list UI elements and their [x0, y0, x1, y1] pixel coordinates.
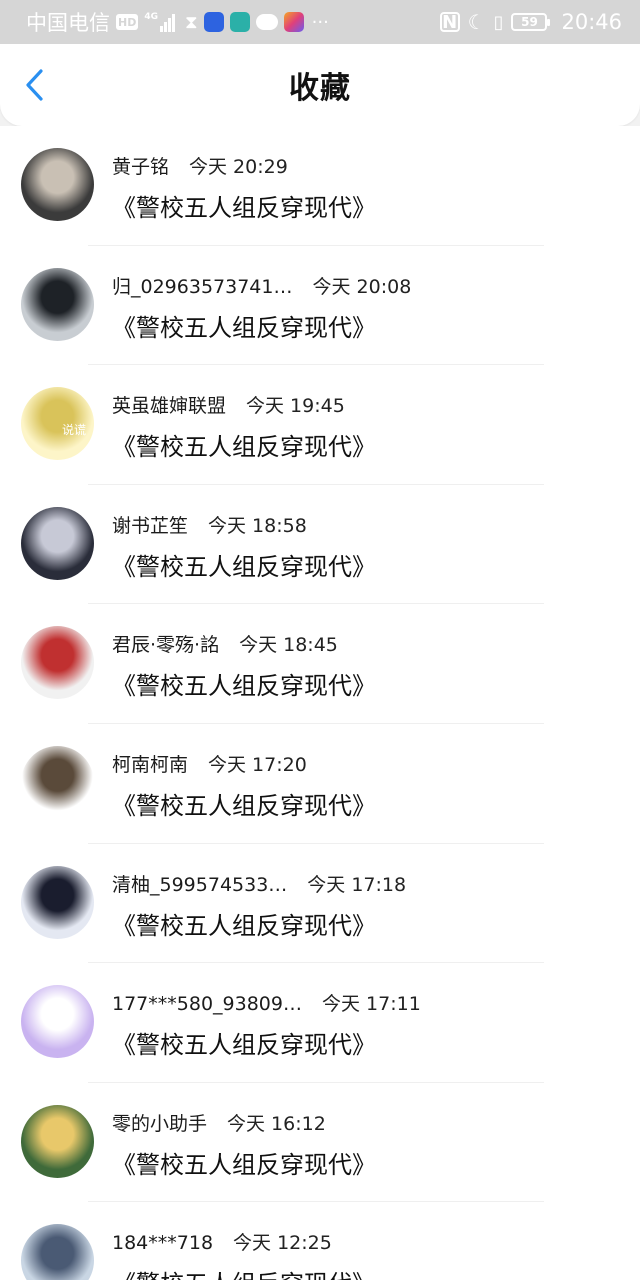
- avatar[interactable]: [21, 626, 94, 700]
- vibrate-icon: ▯: [493, 11, 504, 33]
- carrier-label: 中国电信: [26, 11, 110, 35]
- moon-icon: ☾: [467, 10, 486, 34]
- avatar[interactable]: [21, 1104, 94, 1178]
- timestamp: 今天 20:08: [312, 275, 412, 298]
- list-item[interactable]: 177***580_93809… 今天 17:11 《警校五人组反穿现代》: [0, 963, 640, 1083]
- timestamp: 今天 16:12: [227, 1112, 326, 1135]
- user-name[interactable]: 归_02963573741…: [112, 272, 292, 299]
- list-item[interactable]: 归_02963573741… 今天 20:08 《警校五人组反穿现代》: [0, 246, 640, 366]
- user-name[interactable]: 清柚_599574533…: [112, 870, 287, 897]
- list-item[interactable]: 黄子铭 今天 20:29 《警校五人组反穿现代》: [0, 126, 640, 246]
- back-button[interactable]: [18, 68, 52, 102]
- signal-icon: 4G: [144, 12, 175, 32]
- network-label: 4G: [144, 12, 158, 22]
- hourglass-icon: ⧗: [185, 11, 198, 33]
- nfc-icon: N: [439, 12, 460, 33]
- item-meta: 君辰·零殇·詺 今天 18:45: [112, 630, 338, 657]
- item-meta: 谢书芷笙 今天 18:58: [112, 511, 307, 538]
- list-item[interactable]: 说谎 英虽雄婶联盟 今天 19:45 《警校五人组反穿现代》: [0, 365, 640, 485]
- user-name[interactable]: 谢书芷笙: [112, 511, 188, 538]
- timestamp: 今天 18:58: [208, 514, 307, 537]
- user-name[interactable]: 184***718: [112, 1232, 213, 1254]
- book-title-link[interactable]: 《警校五人组反穿现代》: [112, 1025, 376, 1060]
- clock: 20:46: [561, 10, 622, 34]
- timestamp: 今天 17:20: [208, 753, 307, 776]
- avatar[interactable]: 说谎: [21, 387, 94, 461]
- favorites-list[interactable]: 黄子铭 今天 20:29 《警校五人组反穿现代》 归_02963573741… 今天 2…: [0, 126, 640, 1280]
- book-title-link[interactable]: 《警校五人组反穿现代》: [112, 906, 376, 941]
- timestamp: 今天 18:45: [239, 634, 338, 657]
- user-name[interactable]: 柯南柯南: [112, 750, 188, 777]
- chevron-left-icon: [26, 69, 43, 101]
- item-meta: 柯南柯南 今天 17:20: [112, 750, 307, 777]
- item-meta: 英虽雄婶联盟 今天 19:45: [112, 391, 345, 418]
- user-name[interactable]: 君辰·零殇·詺: [112, 630, 219, 657]
- timestamp: 今天 12:25: [233, 1232, 332, 1255]
- user-name[interactable]: 零的小助手: [112, 1109, 207, 1136]
- avatar[interactable]: [21, 506, 94, 580]
- item-meta: 归_02963573741… 今天 20:08: [112, 272, 411, 299]
- avatar[interactable]: [21, 148, 94, 221]
- user-name[interactable]: 黄子铭: [112, 152, 169, 179]
- item-meta: 清柚_599574533… 今天 17:18: [112, 870, 406, 897]
- timestamp: 今天 20:29: [189, 156, 288, 178]
- battery-icon: 59: [511, 13, 551, 31]
- avatar[interactable]: [21, 985, 94, 1059]
- book-title-link[interactable]: 《警校五人组反穿现代》: [112, 188, 376, 223]
- more-dots-icon: ···: [311, 11, 329, 33]
- timestamp: 今天 17:18: [307, 873, 407, 896]
- timestamp: 今天 19:45: [246, 395, 345, 418]
- avatar[interactable]: [21, 745, 94, 819]
- status-bar-right: N ☾ ▯ 59 20:46: [439, 10, 622, 34]
- list-item[interactable]: 零的小助手 今天 16:12 《警校五人组反穿现代》: [0, 1083, 640, 1203]
- book-title-link[interactable]: 《警校五人组反穿现代》: [112, 1264, 376, 1280]
- avatar[interactable]: [21, 267, 94, 341]
- status-bar-left: 中国电信 HD 4G ⧗ ···: [26, 7, 440, 37]
- book-title-link[interactable]: 《警校五人组反穿现代》: [112, 547, 376, 582]
- book-title-link[interactable]: 《警校五人组反穿现代》: [112, 427, 376, 462]
- list-item[interactable]: 清柚_599574533… 今天 17:18 《警校五人组反穿现代》: [0, 844, 640, 964]
- battery-level: 59: [521, 15, 538, 29]
- book-title-link[interactable]: 《警校五人组反穿现代》: [112, 666, 376, 701]
- user-name[interactable]: 英虽雄婶联盟: [112, 391, 226, 418]
- item-meta: 黄子铭 今天 20:29: [112, 152, 288, 179]
- hd-badge: HD: [116, 14, 139, 30]
- avatar[interactable]: [21, 865, 94, 939]
- list-item[interactable]: 君辰·零殇·詺 今天 18:45 《警校五人组反穿现代》: [0, 604, 640, 724]
- status-bar: 中国电信 HD 4G ⧗ ··· N ☾ ▯ 59 20:46: [0, 0, 640, 44]
- avatar-text: 说谎: [61, 423, 86, 438]
- app-icon: [283, 12, 304, 32]
- item-meta: 零的小助手 今天 16:12: [112, 1109, 326, 1136]
- timestamp: 今天 17:11: [321, 993, 421, 1016]
- item-meta: 177***580_93809… 今天 17:11: [112, 989, 421, 1016]
- wechat-icon: [255, 14, 278, 30]
- user-name[interactable]: 177***580_93809…: [112, 993, 302, 1015]
- book-title-link[interactable]: 《警校五人组反穿现代》: [112, 308, 376, 343]
- list-item[interactable]: 184***718 今天 12:25 《警校五人组反穿现代》: [0, 1202, 640, 1280]
- header: 收藏: [0, 44, 640, 126]
- book-app-icon: [229, 12, 250, 32]
- bulb-app-icon: [203, 12, 224, 32]
- book-title-link[interactable]: 《警校五人组反穿现代》: [112, 786, 376, 821]
- book-title-link[interactable]: 《警校五人组反穿现代》: [112, 1145, 376, 1180]
- item-meta: 184***718 今天 12:25: [112, 1228, 332, 1255]
- avatar[interactable]: [21, 1224, 94, 1280]
- list-item[interactable]: 柯南柯南 今天 17:20 《警校五人组反穿现代》: [0, 724, 640, 844]
- page-title: 收藏: [289, 71, 351, 106]
- list-item[interactable]: 谢书芷笙 今天 18:58 《警校五人组反穿现代》: [0, 485, 640, 605]
